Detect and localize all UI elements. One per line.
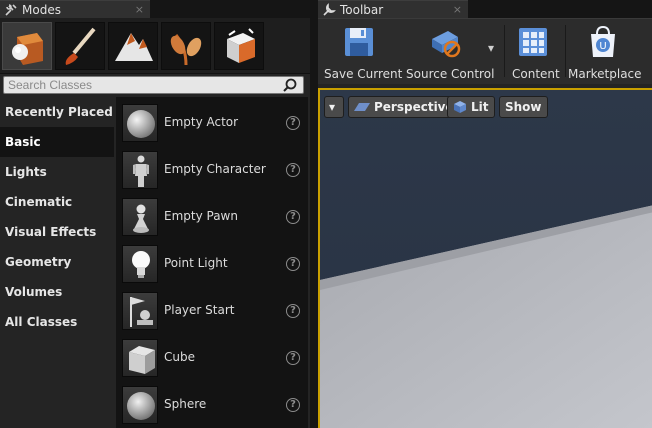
content-button[interactable]: Content <box>508 23 562 81</box>
category-basic[interactable]: Basic <box>0 127 114 157</box>
modes-tab-strip: Modes × <box>0 0 310 18</box>
list-item[interactable]: Player Start ? <box>116 288 308 335</box>
sphere-actor-icon <box>122 104 158 142</box>
landscape-mountain-icon <box>115 33 153 61</box>
source-control-dropdown-icon[interactable]: ▾ <box>488 41 494 55</box>
help-icon[interactable]: ? <box>286 116 300 130</box>
save-current-label: Save Current <box>324 67 403 81</box>
lit-cube-icon <box>454 101 466 113</box>
foliage-mode-button[interactable] <box>161 22 211 70</box>
svg-text:U: U <box>599 41 606 52</box>
panel-splitter[interactable] <box>310 0 318 428</box>
character-icon <box>122 151 158 189</box>
viewport-scene <box>320 90 652 428</box>
show-button[interactable]: Show <box>499 96 548 118</box>
list-item[interactable]: Empty Character ? <box>116 147 308 194</box>
class-label: Point Light <box>164 256 228 270</box>
toolbar-separator <box>504 25 505 77</box>
class-list: Empty Actor ? Empty Character ? Empty Pa… <box>116 97 308 428</box>
close-icon[interactable]: × <box>135 3 144 16</box>
paint-mode-button[interactable] <box>55 22 105 70</box>
help-icon[interactable]: ? <box>286 210 300 224</box>
class-label: Cube <box>164 350 195 364</box>
search-box <box>3 76 304 94</box>
toolbar-separator <box>565 25 566 77</box>
category-visual-effects[interactable]: Visual Effects <box>0 217 114 247</box>
show-label: Show <box>505 100 542 114</box>
category-cinematic[interactable]: Cinematic <box>0 187 114 217</box>
toolbar: Save Current Source Control ▾ Content U … <box>318 18 652 84</box>
category-volumes[interactable]: Volumes <box>0 277 114 307</box>
help-icon[interactable]: ? <box>286 351 300 365</box>
toolbar-tab-strip: Toolbar × <box>318 0 652 18</box>
paint-brush-icon <box>65 27 96 65</box>
list-item[interactable]: Cube ? <box>116 335 308 382</box>
light-bulb-icon <box>122 245 158 283</box>
help-icon[interactable]: ? <box>286 398 300 412</box>
category-lights[interactable]: Lights <box>0 157 114 187</box>
place-mode-icon <box>12 33 43 65</box>
pawn-icon <box>122 198 158 236</box>
perspective-button[interactable]: Perspective <box>348 96 460 118</box>
level-viewport[interactable]: ▾ Perspective Lit Show <box>318 88 652 428</box>
source-control-icon <box>432 31 461 58</box>
search-input[interactable] <box>6 77 276 93</box>
modes-panel: Modes × Search Classes Recently Placed B… <box>0 0 310 428</box>
chevron-down-icon: ▾ <box>329 100 336 114</box>
geometry-mode-button[interactable] <box>214 22 264 70</box>
perspective-label: Perspective <box>374 100 454 114</box>
cube-icon <box>122 339 158 377</box>
save-current-button[interactable]: Save Current <box>320 23 402 81</box>
help-icon[interactable]: ? <box>286 163 300 177</box>
marketplace-bag-icon: U <box>591 25 615 57</box>
landscape-mode-button[interactable] <box>108 22 158 70</box>
source-control-label: Source Control <box>406 67 495 81</box>
marketplace-label: Marketplace <box>568 67 642 81</box>
category-geometry[interactable]: Geometry <box>0 247 114 277</box>
class-label: Player Start <box>164 303 235 317</box>
help-icon[interactable]: ? <box>286 257 300 271</box>
list-item[interactable]: Empty Pawn ? <box>116 194 308 241</box>
content-label: Content <box>512 67 560 81</box>
foliage-leaf-icon <box>170 34 202 66</box>
class-label: Empty Character <box>164 162 266 176</box>
lit-button[interactable]: Lit <box>447 96 495 118</box>
class-label: Sphere <box>164 397 207 411</box>
list-item[interactable]: Sphere ? <box>116 382 308 428</box>
close-icon[interactable]: × <box>453 3 462 16</box>
player-start-icon <box>122 292 158 330</box>
mode-selector <box>0 18 310 74</box>
category-recently-placed[interactable]: Recently Placed <box>0 97 114 127</box>
category-all-classes[interactable]: All Classes <box>0 307 114 337</box>
perspective-icon <box>354 103 370 111</box>
marketplace-button[interactable]: U Marketplace <box>568 23 642 81</box>
help-icon[interactable]: ? <box>286 304 300 318</box>
toolbar-tab-title: Toolbar <box>340 2 384 17</box>
modes-tab-title: Modes <box>22 2 61 17</box>
save-floppy-icon <box>345 28 373 56</box>
toolbar-wrench-icon <box>323 2 336 16</box>
sphere-icon <box>122 386 158 424</box>
toolbar-tab[interactable]: Toolbar × <box>318 0 468 18</box>
toolbar-panel: Toolbar × Save Current Source Control ▾ … <box>318 0 652 88</box>
geometry-cube-icon <box>227 28 255 63</box>
viewport-options-button[interactable]: ▾ <box>324 96 344 118</box>
modes-tab[interactable]: Modes × <box>0 0 150 18</box>
source-control-button[interactable]: Source Control <box>402 23 494 81</box>
list-item[interactable]: Empty Actor ? <box>116 100 308 147</box>
modes-wrench-icon <box>5 3 17 16</box>
class-label: Empty Pawn <box>164 209 238 223</box>
place-mode-button[interactable] <box>2 22 52 70</box>
lit-label: Lit <box>471 100 489 114</box>
category-list: Recently Placed Basic Lights Cinematic V… <box>0 97 114 428</box>
content-browser-icon <box>519 28 547 56</box>
class-label: Empty Actor <box>164 115 239 129</box>
list-item[interactable]: Point Light ? <box>116 241 308 288</box>
search-icon[interactable] <box>283 78 297 92</box>
